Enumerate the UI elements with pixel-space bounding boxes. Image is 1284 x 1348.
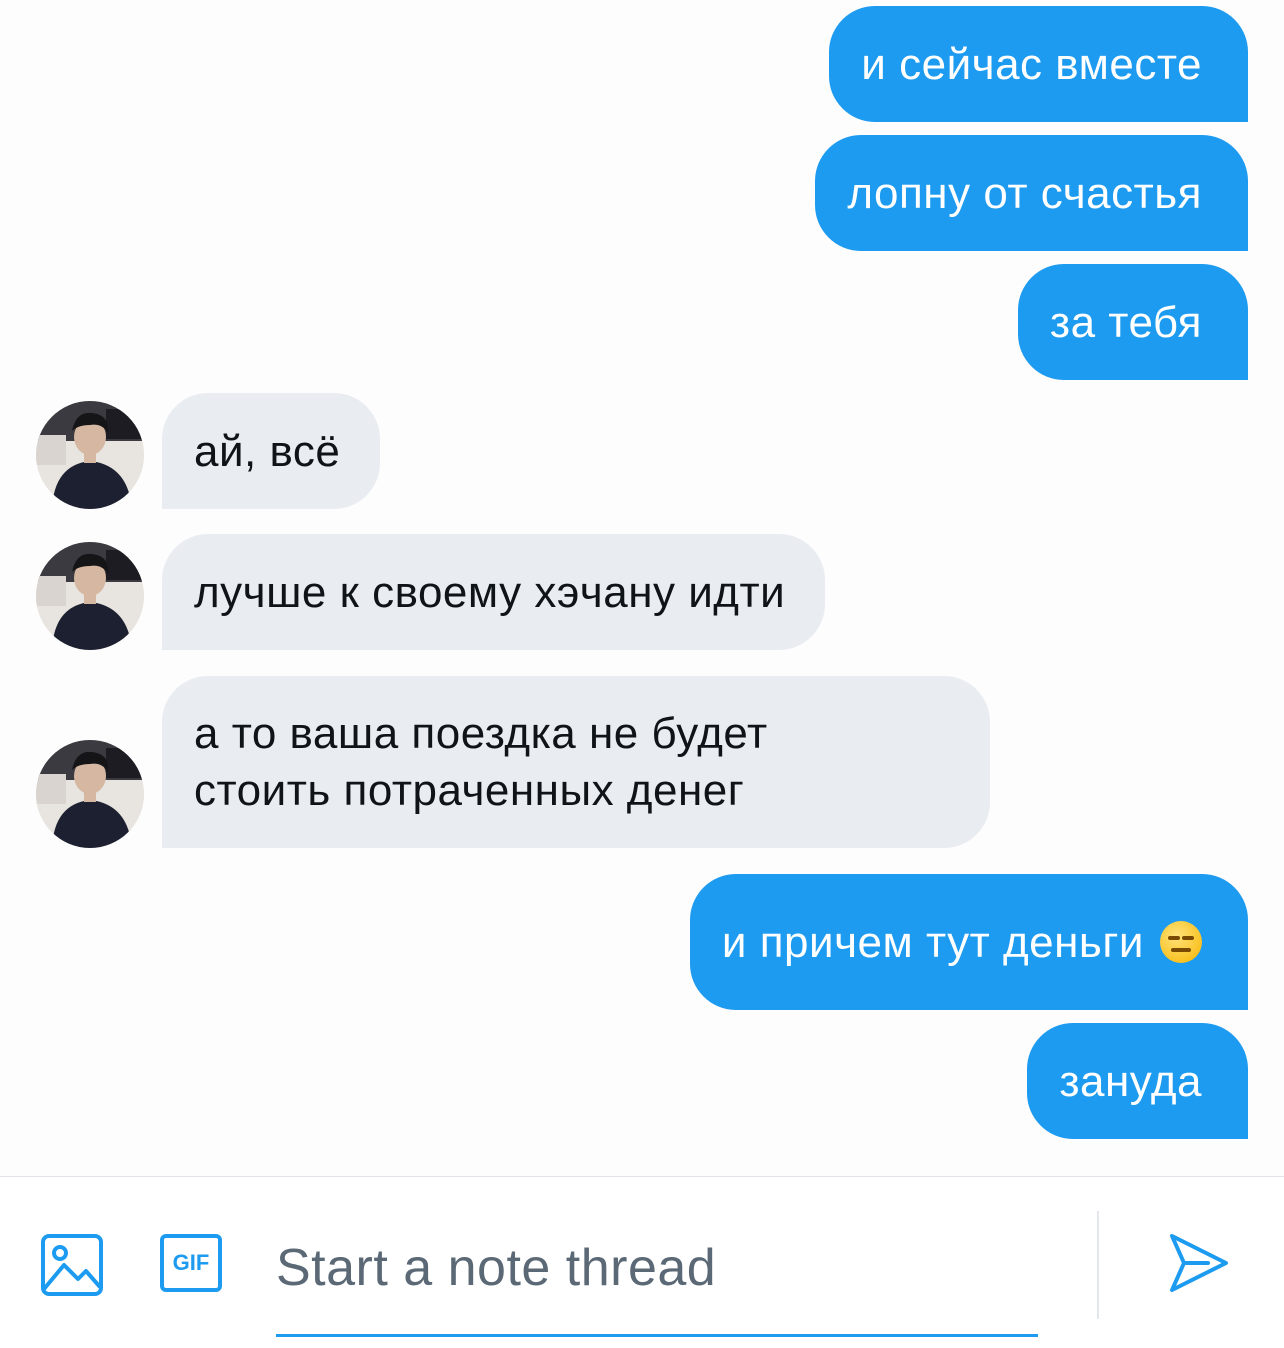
message-text: лучше к своему хэчану идти <box>194 567 786 617</box>
avatar-photo <box>36 401 144 509</box>
message-text: лопну от счастья <box>847 168 1202 218</box>
avatar[interactable] <box>36 740 144 848</box>
outgoing-message[interactable]: лопну от счастья <box>815 135 1248 251</box>
avatar[interactable] <box>36 401 144 509</box>
avatar[interactable] <box>36 542 144 650</box>
send-icon[interactable] <box>1168 1232 1230 1294</box>
gif-button[interactable]: GIF <box>160 1234 222 1292</box>
outgoing-message[interactable]: и причем тут деньги <box>689 874 1248 1010</box>
input-placeholder: Start a note thread <box>276 1239 717 1297</box>
outgoing-message[interactable]: и сейчас вместе <box>829 6 1248 122</box>
message-text: и сейчас вместе <box>861 39 1202 89</box>
avatar-photo <box>36 542 144 650</box>
message-text: зануда <box>1059 1056 1202 1106</box>
composer-bar: GIF Start a note thread <box>0 1176 1284 1348</box>
incoming-message[interactable]: ай, всё <box>162 393 381 509</box>
incoming-message[interactable]: лучше к своему хэчану идти <box>162 534 826 650</box>
divider <box>1097 1211 1099 1319</box>
message-thread[interactable]: и сейчас вместе лопну от счастья за тебя… <box>0 0 1284 1176</box>
outgoing-message[interactable]: за тебя <box>1017 264 1248 380</box>
message-line: а то ваша поездка не будет <box>194 709 768 758</box>
message-text: ай, всё <box>194 426 341 476</box>
expressionless-face-emoji <box>1160 921 1202 963</box>
gif-label: GIF <box>172 1250 210 1275</box>
message-text: за тебя <box>1049 297 1202 347</box>
message-line: стоить потраченных денег <box>194 766 745 815</box>
message-text: и причем тут деньги <box>721 917 1144 967</box>
avatar-photo <box>36 740 144 848</box>
image-icon[interactable] <box>40 1233 104 1297</box>
note-input[interactable]: Start a note thread <box>276 1213 1038 1337</box>
outgoing-message[interactable]: зануда <box>1027 1023 1248 1139</box>
incoming-message[interactable]: а то ваша поездка не будет стоить потрач… <box>162 676 990 848</box>
